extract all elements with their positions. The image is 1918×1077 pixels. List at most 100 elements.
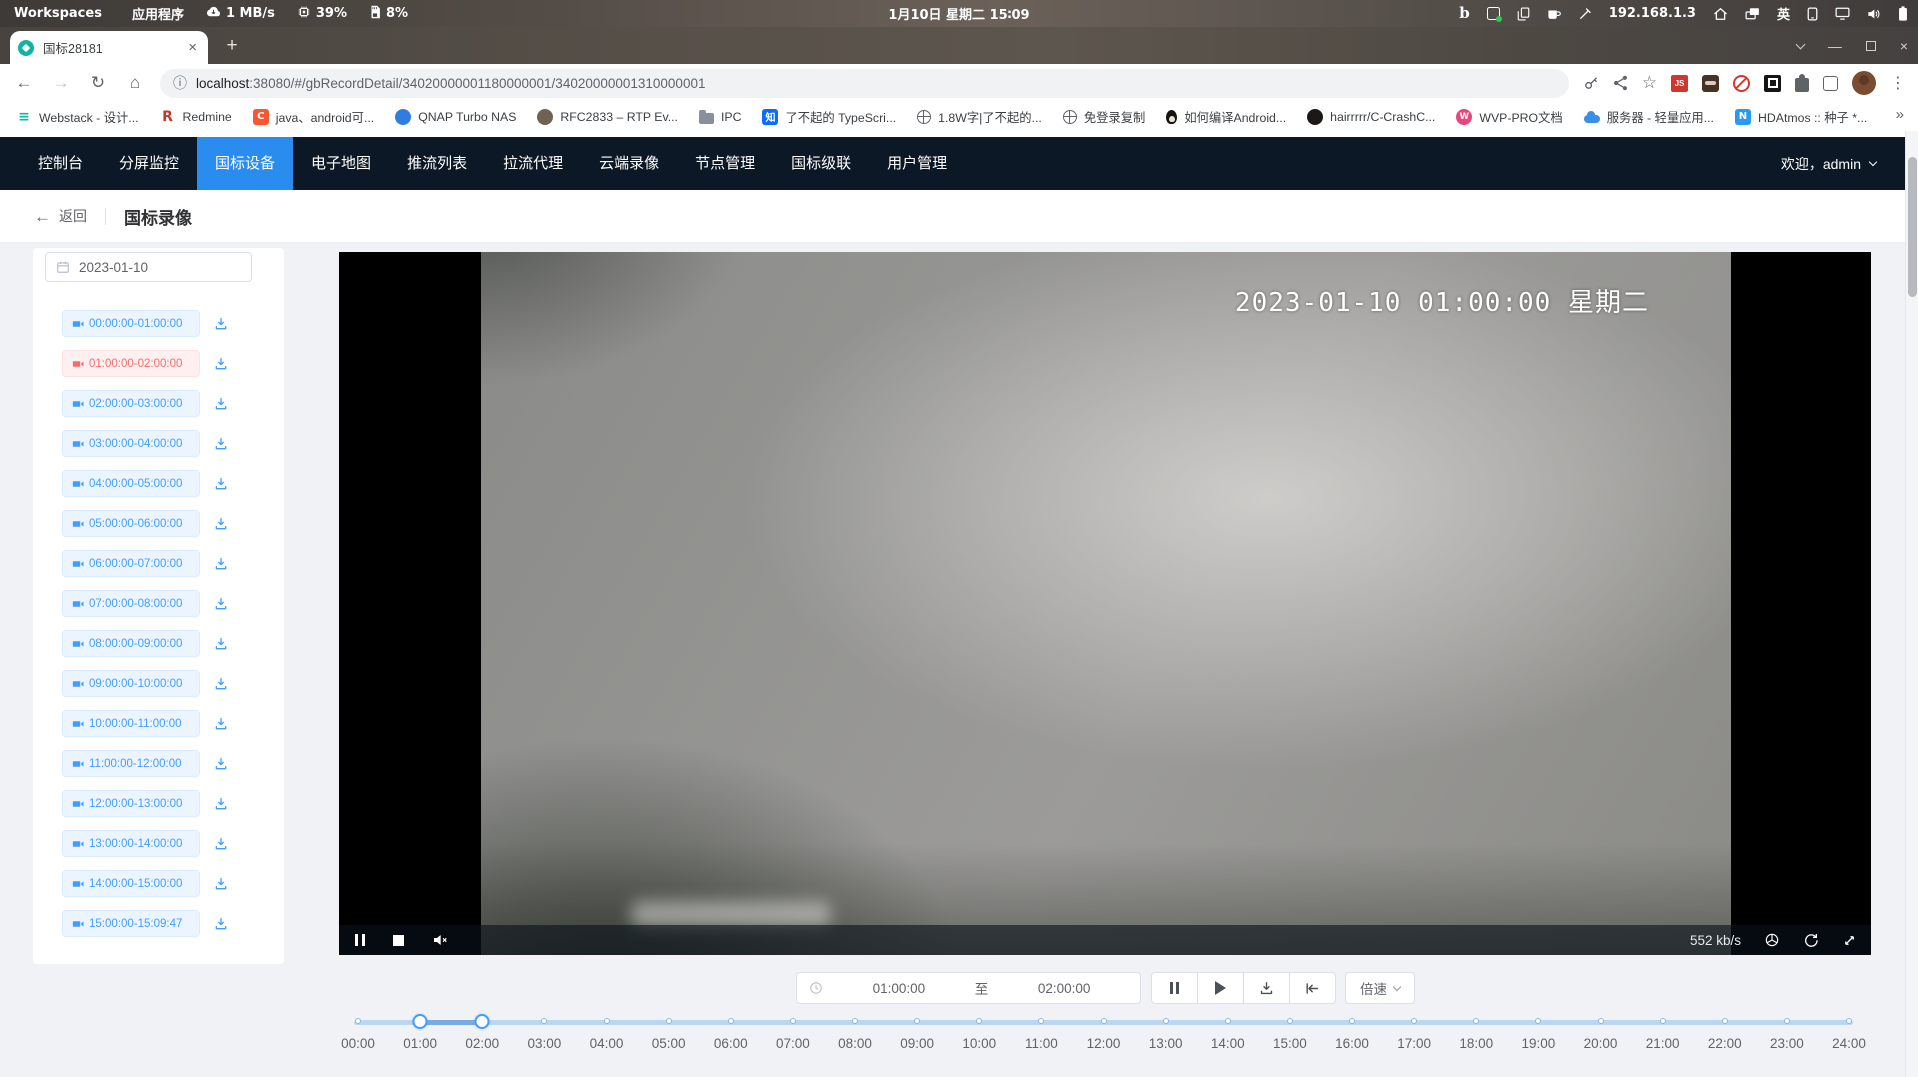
record-range-button[interactable]: 11:00:00-12:00:00 (62, 750, 200, 777)
record-download-button[interactable] (213, 396, 229, 412)
nav-item-7[interactable]: 云端录像 (581, 137, 677, 190)
range-start-input[interactable]: 01:00:00 (823, 981, 975, 996)
record-download-button[interactable] (213, 476, 229, 492)
nav-item-2[interactable]: 分屏监控 (101, 137, 197, 190)
light-extension-icon[interactable] (1823, 76, 1838, 91)
reload-button[interactable]: ↻ (85, 73, 111, 93)
applications-menu[interactable]: 应用程序 (132, 4, 184, 23)
download-button[interactable] (1243, 972, 1290, 1004)
ime-indicator[interactable]: 英 (1777, 4, 1790, 23)
record-range-button[interactable]: 06:00:00-07:00:00 (62, 550, 200, 577)
share-icon[interactable] (1613, 75, 1628, 91)
date-picker-input[interactable]: 2023-01-10 (45, 252, 252, 282)
bookmark-item[interactable]: ≡Webstack - 设计... (16, 108, 139, 126)
page-scrollbar[interactable] (1905, 131, 1918, 1077)
bookmark-item[interactable]: 免登录复制 (1063, 108, 1146, 126)
seek-start-button[interactable] (1289, 972, 1336, 1004)
nav-item-6[interactable]: 拉流代理 (485, 137, 581, 190)
play-button[interactable] (1197, 972, 1244, 1004)
tea-icon[interactable] (1547, 8, 1561, 20)
record-range-button[interactable]: 03:00:00-04:00:00 (62, 430, 200, 457)
system-clock[interactable]: 1月10日 星期二 15∶09 (888, 4, 1029, 23)
back-link[interactable]: ← 返回 (34, 206, 87, 226)
record-range-button[interactable]: 07:00:00-08:00:00 (62, 590, 200, 617)
clipboard-icon[interactable] (1517, 7, 1530, 21)
record-download-button[interactable] (213, 916, 229, 932)
bookmark-item[interactable]: NHDAtmos :: 种子 *... (1735, 108, 1867, 126)
record-download-button[interactable] (213, 676, 229, 692)
record-download-button[interactable] (213, 636, 229, 652)
browser-tab[interactable]: 国标28181 × (10, 31, 208, 64)
timeline-handle[interactable] (413, 1014, 428, 1029)
ip-address-indicator[interactable]: 192.168.1.3 (1609, 6, 1696, 21)
display-icon[interactable] (1835, 7, 1850, 20)
bookmark-item[interactable]: RRedmine (160, 109, 232, 125)
site-info-icon[interactable]: ⓘ (173, 73, 187, 93)
record-range-button[interactable]: 04:00:00-05:00:00 (62, 470, 200, 497)
pause-icon[interactable] (355, 934, 365, 946)
time-range-picker[interactable]: 01:00:00 至 02:00:00 (796, 972, 1141, 1004)
record-range-button[interactable]: 13:00:00-14:00:00 (62, 830, 200, 857)
snapshot-icon[interactable] (1764, 932, 1780, 948)
windows-stack-icon[interactable] (1745, 7, 1760, 20)
back-button[interactable]: ← (11, 73, 37, 93)
workspaces-button[interactable]: Workspaces (14, 6, 102, 21)
record-download-button[interactable] (213, 356, 229, 372)
tablet-icon[interactable] (1807, 7, 1818, 21)
record-range-button[interactable]: 14:00:00-15:00:00 (62, 870, 200, 897)
bookmark-item[interactable]: WWVP-PRO文档 (1456, 108, 1562, 126)
window-minimize-button[interactable]: — (1828, 39, 1842, 53)
browser-menu-icon[interactable]: ⋮ (1890, 73, 1906, 93)
record-download-button[interactable] (213, 436, 229, 452)
record-range-button[interactable]: 00:00:00-01:00:00 (62, 310, 200, 337)
record-download-button[interactable] (213, 556, 229, 572)
robot-extension-icon[interactable] (1702, 75, 1719, 92)
scrollbar-thumb[interactable] (1908, 157, 1917, 297)
bookmarks-overflow-icon[interactable]: » (1896, 106, 1904, 123)
profile-avatar[interactable] (1852, 71, 1876, 95)
bookmark-star-icon[interactable]: ☆ (1642, 73, 1657, 93)
js-extension-icon[interactable]: JS (1671, 75, 1688, 92)
record-download-button[interactable] (213, 836, 229, 852)
bookmark-item[interactable]: IPC (699, 110, 742, 124)
record-download-button[interactable] (213, 756, 229, 772)
fullscreen-icon[interactable] (1842, 933, 1857, 948)
adblock-extension-icon[interactable] (1733, 75, 1750, 92)
battery-icon[interactable] (1898, 6, 1908, 21)
password-key-icon[interactable] (1583, 75, 1599, 91)
bing-icon[interactable]: b (1459, 6, 1470, 21)
record-download-button[interactable] (213, 716, 229, 732)
record-range-button[interactable]: 01:00:00-02:00:00 (62, 350, 200, 377)
dark-extension-icon[interactable] (1764, 75, 1781, 92)
range-end-input[interactable]: 02:00:00 (988, 981, 1140, 996)
nav-item-5[interactable]: 推流列表 (389, 137, 485, 190)
nav-item-1[interactable]: 控制台 (20, 137, 101, 190)
window-maximize-button[interactable] (1866, 41, 1876, 51)
home-icon[interactable] (1713, 7, 1728, 21)
address-bar[interactable]: ⓘ localhost:38080/#/gbRecordDetail/34020… (160, 69, 1569, 98)
record-download-button[interactable] (213, 516, 229, 532)
bookmark-item[interactable]: RFC2833 – RTP Ev... (537, 109, 678, 125)
volume-muted-icon[interactable] (432, 933, 448, 947)
forward-button[interactable]: → (48, 73, 74, 93)
record-range-button[interactable]: 10:00:00-11:00:00 (62, 710, 200, 737)
record-download-button[interactable] (213, 316, 229, 332)
record-range-button[interactable]: 02:00:00-03:00:00 (62, 390, 200, 417)
bookmark-item[interactable]: Cjava、android可... (253, 108, 374, 126)
user-menu[interactable]: 欢迎，admin (1781, 154, 1876, 174)
bookmark-item[interactable]: 1.8W字|了不起的... (917, 108, 1042, 126)
record-range-button[interactable]: 09:00:00-10:00:00 (62, 670, 200, 697)
tab-search-icon[interactable] (1795, 39, 1805, 49)
app-window-icon[interactable] (1487, 7, 1500, 20)
record-download-button[interactable] (213, 796, 229, 812)
window-close-button[interactable]: × (1900, 39, 1908, 53)
record-range-button[interactable]: 15:00:00-15:09:47 (62, 910, 200, 937)
record-range-button[interactable]: 05:00:00-06:00:00 (62, 510, 200, 537)
record-range-button[interactable]: 08:00:00-09:00:00 (62, 630, 200, 657)
bookmark-item[interactable]: 如何编译Android... (1166, 108, 1286, 126)
stop-icon[interactable] (393, 935, 404, 946)
browser-home-button[interactable]: ⌂ (122, 73, 148, 93)
record-range-button[interactable]: 12:00:00-13:00:00 (62, 790, 200, 817)
refresh-icon[interactable] (1803, 932, 1819, 948)
nav-item-10[interactable]: 用户管理 (869, 137, 965, 190)
